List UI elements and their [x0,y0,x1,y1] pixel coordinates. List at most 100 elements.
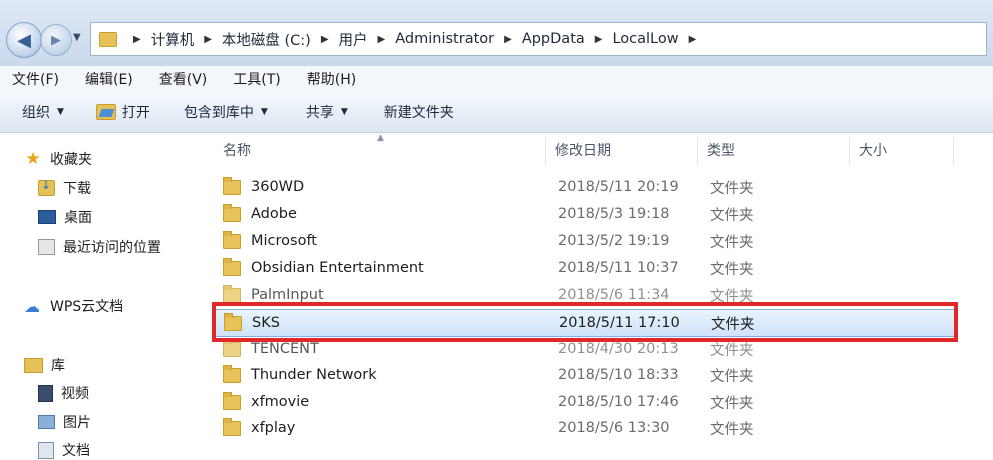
menu-bar: 文件(F) 编辑(E) 查看(V) 工具(T) 帮助(H) [0,66,993,93]
file-type: 文件夹 [711,316,755,333]
menu-view[interactable]: 查看(V) [146,69,221,89]
file-name: xfmovie [251,394,310,410]
file-list: ▲ 名称 修改日期 类型 大小 360WD 2018/5/11 20:19 文件夹 A… [205,133,993,459]
file-type: 文件夹 [710,234,754,251]
table-row[interactable]: Thunder Network 2018/5/10 18:33 文件夹 [215,362,955,388]
sidebar-item-wps[interactable]: ☁ WPS云文档 [24,296,123,316]
sidebar-label: 文档 [62,443,90,459]
file-type: 文件夹 [710,261,754,278]
download-folder-icon [38,178,55,196]
table-row[interactable]: Adobe 2018/5/3 19:18 文件夹 [215,201,955,227]
organize-button[interactable]: 组织 ▼ [22,102,64,122]
breadcrumb-appdata[interactable]: AppData [522,31,585,47]
column-header-modified[interactable]: 修改日期 [555,133,695,167]
chevron-right-icon[interactable]: ▶ [321,34,329,45]
file-name: Thunder Network [251,367,377,383]
share-button[interactable]: 共享 ▼ [306,102,348,122]
breadcrumb[interactable]: ▶ 计算机 ▶ 本地磁盘 (C:) ▶ 用户 ▶ Administrator ▶ AppD… [90,22,987,56]
file-modified: 2018/5/11 20:19 [558,179,679,195]
sidebar-item-recent[interactable]: 最近访问的位置 [38,237,161,257]
table-row[interactable]: xfplay 2018/5/6 13:30 文件夹 [215,415,955,441]
forward-button[interactable]: ▶ [40,24,72,56]
file-type: 文件夹 [710,207,754,224]
sidebar-item-pictures[interactable]: 图片 [38,412,91,432]
file-type: 文件夹 [710,395,754,412]
column-header-label: 大小 [859,143,887,159]
table-row[interactable]: Obsidian Entertainment 2018/5/11 10:37 文件夹 [215,255,955,281]
open-button[interactable]: 打开 [95,102,150,122]
chevron-right-icon[interactable]: ▶ [504,34,512,45]
table-row[interactable]: Microsoft 2013/5/2 19:19 文件夹 [215,228,955,254]
include-library-label: 包含到库中 [183,105,254,121]
file-type: 文件夹 [710,180,754,197]
include-library-button[interactable]: 包含到库中 ▼ [184,102,268,122]
breadcrumb-administrator[interactable]: Administrator [395,31,494,47]
arrow-left-icon: ◀ [17,29,31,51]
back-button[interactable]: ◀ [6,22,42,58]
table-row[interactable]: TENCENT 2018/4/30 20:13 文件夹 [215,336,955,362]
file-name: TENCENT [251,341,319,357]
document-icon [38,441,54,459]
menu-help[interactable]: 帮助(H) [294,69,369,89]
sidebar-item-downloads[interactable]: 下载 [38,178,91,198]
file-modified: 2018/5/11 10:37 [558,260,679,276]
file-name: 360WD [251,179,305,195]
breadcrumb-locallow[interactable]: LocalLow [612,31,678,47]
arrow-right-icon: ▶ [51,32,61,48]
folder-icon [223,417,241,436]
new-folder-label: 新建文件夹 [383,105,454,121]
history-dropdown-icon[interactable]: ▼ [73,32,81,43]
chevron-right-icon[interactable]: ▶ [204,34,212,45]
file-modified: 2018/5/6 11:34 [558,287,670,303]
column-divider[interactable] [697,137,698,165]
sidebar-item-libraries[interactable]: 库 [24,355,65,375]
file-type: 文件夹 [710,421,754,438]
file-type: 文件夹 [710,288,754,305]
chevron-right-icon[interactable]: ▶ [378,34,386,45]
column-header-type[interactable]: 类型 [707,133,847,167]
breadcrumb-local-disk[interactable]: 本地磁盘 (C:) [222,29,311,50]
sidebar-item-favorites[interactable]: ★ 收藏夹 [24,149,92,169]
file-name: PalmInput [251,287,324,303]
file-name: Adobe [251,206,297,222]
address-bar-area: ◀ ▶ ▼ ▶ 计算机 ▶ 本地磁盘 (C:) ▶ 用户 ▶ Administrator… [0,0,993,67]
column-header-size[interactable]: 大小 [859,133,949,167]
table-row[interactable]: SKS 2018/5/11 17:10 文件夹 [215,309,957,337]
column-header-name[interactable]: 名称 [223,133,543,167]
column-divider[interactable] [849,137,850,165]
column-divider[interactable] [545,137,546,165]
picture-icon [38,415,55,429]
file-name: SKS [252,315,280,331]
sidebar-item-videos[interactable]: 视频 [38,383,89,403]
sidebar-label: 最近访问的位置 [63,240,161,256]
table-row[interactable]: xfmovie 2018/5/10 17:46 文件夹 [215,389,955,415]
chevron-right-icon[interactable]: ▶ [689,34,697,45]
column-divider[interactable] [953,137,954,165]
sidebar-item-documents[interactable]: 文档 [38,440,90,460]
menu-tools[interactable]: 工具(T) [220,69,293,89]
menu-file[interactable]: 文件(F) [0,69,72,89]
video-icon [38,384,53,402]
desktop-icon [38,210,56,224]
new-folder-button[interactable]: 新建文件夹 [384,102,454,122]
chevron-right-icon[interactable]: ▶ [595,34,603,45]
file-name: xfplay [251,420,296,436]
sidebar-label: WPS云文档 [50,299,124,315]
file-type: 文件夹 [710,342,754,359]
breadcrumb-users[interactable]: 用户 [339,29,368,50]
open-folder-icon [95,104,116,120]
file-modified: 2018/5/10 18:33 [558,367,679,383]
folder-icon [223,203,241,222]
file-modified: 2018/5/6 13:30 [558,420,670,436]
table-row[interactable]: PalmInput 2018/5/6 11:34 文件夹 [215,282,955,308]
folder-icon [223,391,241,410]
file-name: Obsidian Entertainment [251,260,424,276]
sidebar-item-desktop[interactable]: 桌面 [38,207,92,227]
breadcrumb-computer[interactable]: 计算机 [151,29,195,50]
folder-icon [223,364,241,383]
menu-edit[interactable]: 编辑(E) [72,69,146,89]
column-header-label: 修改日期 [555,143,611,159]
column-header-label: 类型 [707,143,735,159]
chevron-right-icon[interactable]: ▶ [133,34,141,45]
table-row[interactable]: 360WD 2018/5/11 20:19 文件夹 [215,174,955,200]
